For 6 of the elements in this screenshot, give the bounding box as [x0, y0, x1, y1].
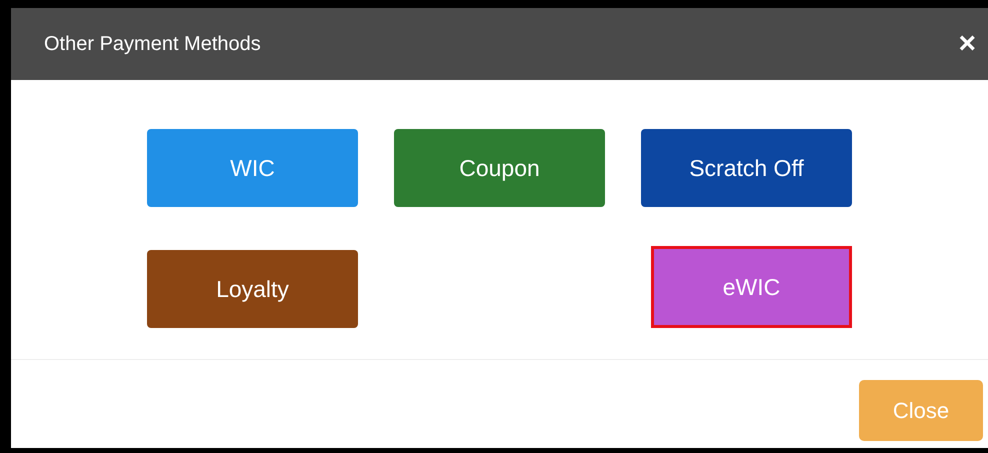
payment-method-button[interactable]: WIC	[147, 129, 358, 207]
payment-method-button[interactable]: eWIC	[651, 246, 852, 328]
payment-method-button[interactable]: Loyalty	[147, 250, 358, 328]
dialog-title: Other Payment Methods	[44, 32, 261, 56]
payment-method-button[interactable]: Coupon	[394, 129, 605, 207]
payment-method-button[interactable]: Scratch Off	[641, 129, 852, 207]
